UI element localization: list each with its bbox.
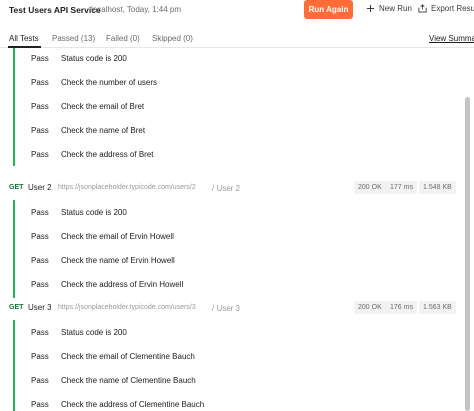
tab-passed[interactable]: Passed (13): [52, 34, 95, 43]
export-results-button[interactable]: Export Results: [418, 4, 474, 13]
run-subtitle: localhost, Today, 1:44 pm: [91, 5, 181, 14]
view-summary-link[interactable]: View Summary: [429, 34, 474, 43]
request-path: / User 3: [212, 304, 241, 313]
request-path: / User 2: [212, 184, 241, 193]
test-status: Pass: [31, 400, 49, 409]
new-run-label: New Run: [379, 4, 412, 13]
pass-indicator-bar: [13, 320, 15, 411]
runner-header: Test Users API Service localhost, Today,…: [0, 0, 474, 22]
pass-indicator-bar: [13, 200, 15, 298]
test-status: Pass: [31, 150, 49, 159]
pass-indicator-bar: [13, 48, 15, 166]
test-status: Pass: [31, 54, 49, 63]
test-name: Check the number of users: [61, 78, 158, 87]
test-results-list: Pass Status code is 200 Pass Check the n…: [0, 48, 462, 411]
request-name: User 2: [28, 183, 52, 192]
test-name: Check the address of Ervin Howell: [61, 280, 184, 289]
tab-all-tests[interactable]: All Tests: [9, 34, 39, 43]
request-method: GET: [9, 184, 24, 191]
request-row-user-2[interactable]: GET User 2 https://jsonplaceholder.typic…: [0, 181, 462, 198]
request-row-user-3[interactable]: GET User 3 https://jsonplaceholder.typic…: [0, 301, 462, 318]
run-again-button[interactable]: Run Again: [304, 0, 353, 19]
test-status: Pass: [31, 78, 49, 87]
test-status: Pass: [31, 102, 49, 111]
request-url: https://jsonplaceholder.typicode.com/use…: [58, 304, 196, 311]
new-run-button[interactable]: New Run: [366, 4, 412, 13]
test-name: Check the name of Ervin Howell: [61, 256, 175, 265]
size-badge: 1.563 KB: [419, 301, 456, 314]
test-status: Pass: [31, 376, 49, 385]
export-results-label: Export Results: [431, 4, 474, 13]
test-name: Check the email of Bret: [61, 102, 145, 111]
test-status: Pass: [31, 280, 49, 289]
test-name: Check the email of Clementine Bauch: [61, 352, 195, 361]
results-tabs: All Tests Passed (13) Failed (0) Skipped…: [0, 30, 474, 48]
test-status: Pass: [31, 328, 49, 337]
test-name: Status code is 200: [61, 208, 127, 217]
export-icon: [418, 4, 427, 13]
test-name: Check the name of Clementine Bauch: [61, 376, 196, 385]
run-title: Test Users API Service: [9, 5, 101, 15]
test-status: Pass: [31, 126, 49, 135]
test-name: Check the address of Clementine Bauch: [61, 400, 205, 409]
test-name: Check the email of Ervin Howell: [61, 232, 174, 241]
test-name: Check the address of Bret: [61, 150, 154, 159]
tab-skipped[interactable]: Skipped (0): [152, 34, 193, 43]
size-badge: 1.548 KB: [419, 181, 456, 194]
request-method: GET: [9, 304, 24, 311]
tab-failed[interactable]: Failed (0): [106, 34, 140, 43]
status-badge: 200 OK: [354, 181, 386, 194]
time-badge: 177 ms: [386, 181, 417, 194]
test-name: Status code is 200: [61, 54, 127, 63]
request-url: https://jsonplaceholder.typicode.com/use…: [58, 184, 196, 191]
status-badge: 200 OK: [354, 301, 386, 314]
time-badge: 176 ms: [386, 301, 417, 314]
test-name: Check the name of Bret: [61, 126, 146, 135]
plus-icon: [366, 4, 375, 13]
test-name: Status code is 200: [61, 328, 127, 337]
test-status: Pass: [31, 208, 49, 217]
results-scrollbar-thumb[interactable]: [465, 97, 470, 411]
test-status: Pass: [31, 232, 49, 241]
test-status: Pass: [31, 352, 49, 361]
request-name: User 3: [28, 303, 52, 312]
test-status: Pass: [31, 256, 49, 265]
